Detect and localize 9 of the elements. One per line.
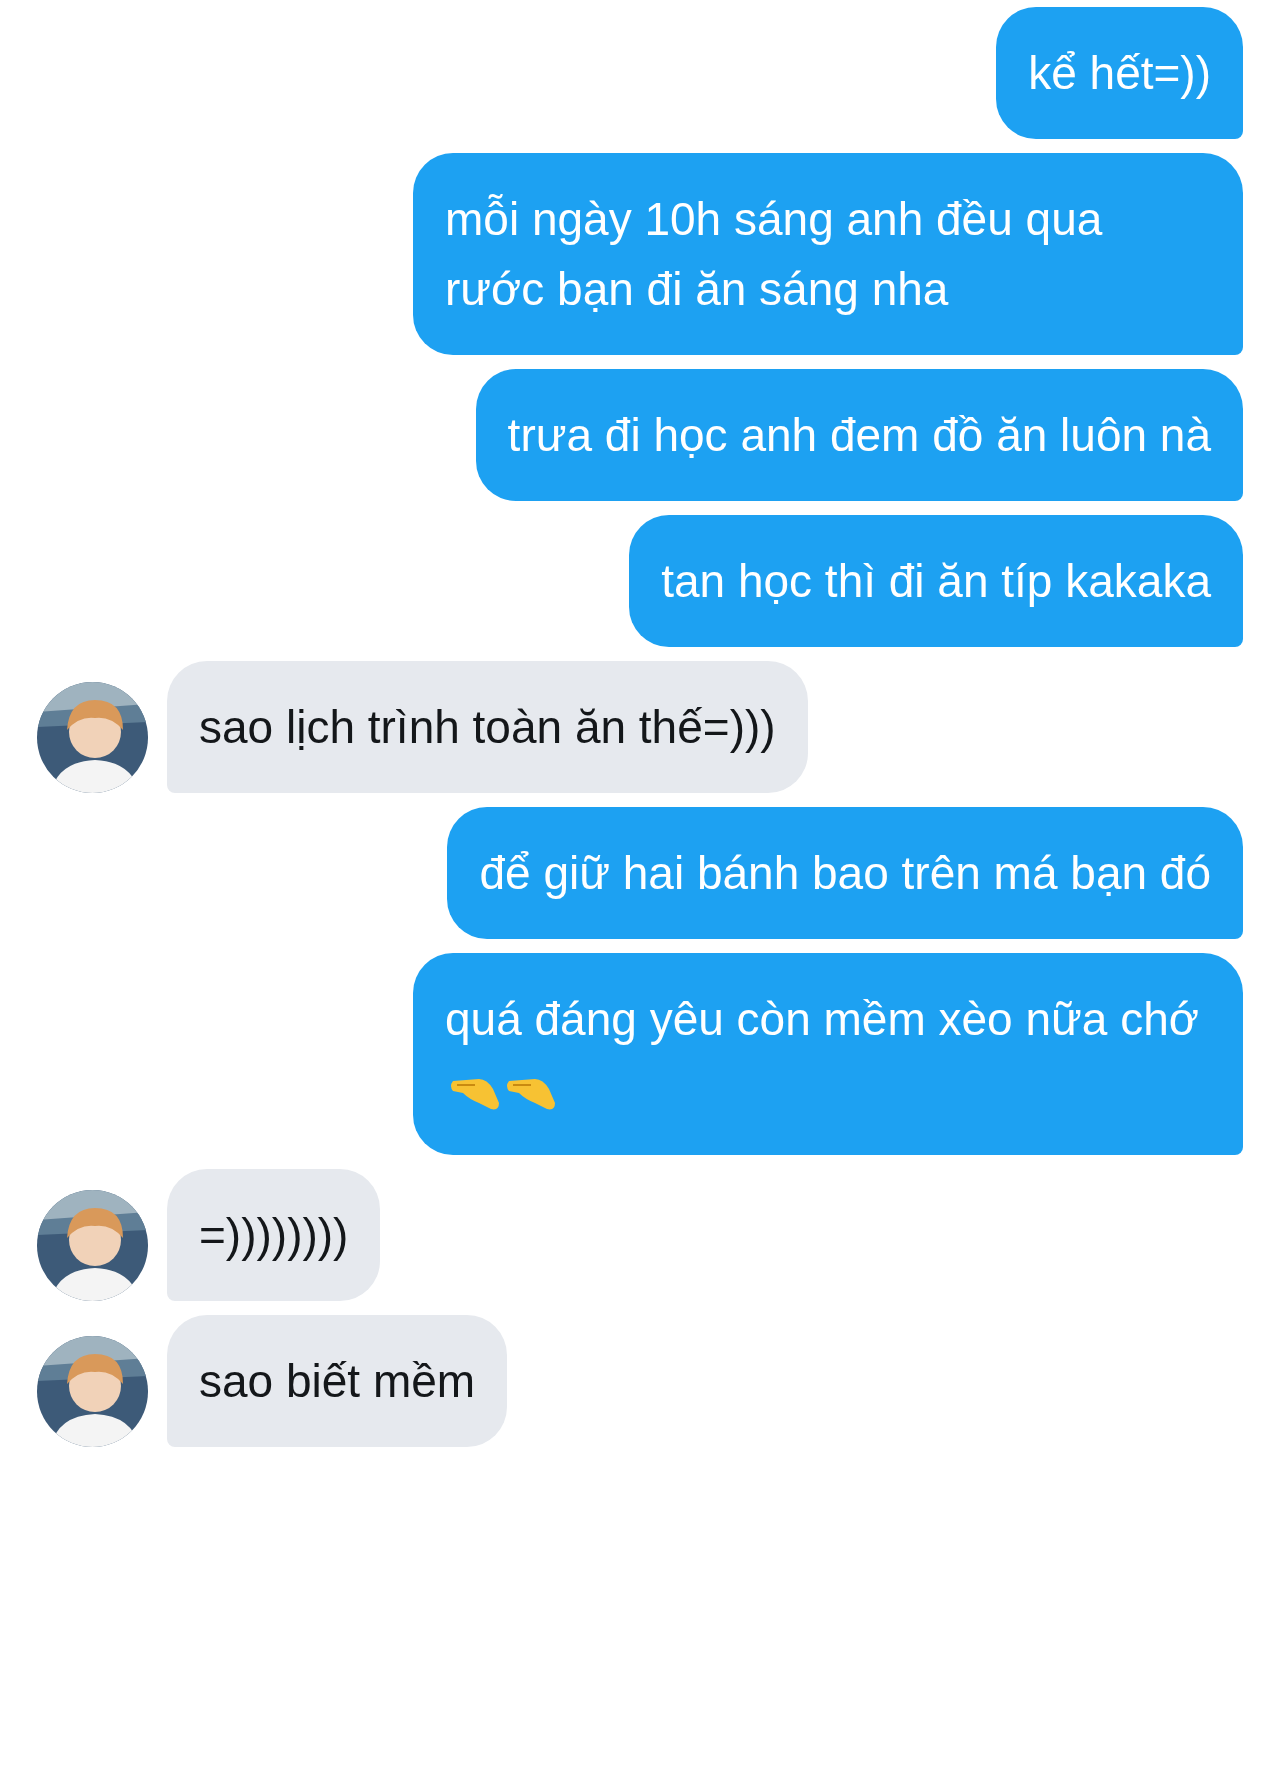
- message-text: trưa đi học anh đem đồ ăn luôn nà: [507, 409, 1211, 461]
- message-text: sao biết mềm: [199, 1355, 476, 1407]
- message-text: tan học thì đi ăn típ kakaka: [661, 555, 1211, 607]
- message-text: sao lịch trình toàn ăn thế=))): [199, 701, 776, 753]
- message-text: mỗi ngày 10h sáng anh đều qua rước bạn đi ăn sáng nha: [445, 193, 1103, 315]
- message-text: quá đáng yêu còn mềm xèo nữa chớ: [445, 993, 1199, 1045]
- message-text: kể hết=)): [1028, 47, 1211, 99]
- message-text: để giữ hai bánh bao trên má bạn đó: [479, 847, 1211, 899]
- message-text: =)))))))): [199, 1209, 349, 1261]
